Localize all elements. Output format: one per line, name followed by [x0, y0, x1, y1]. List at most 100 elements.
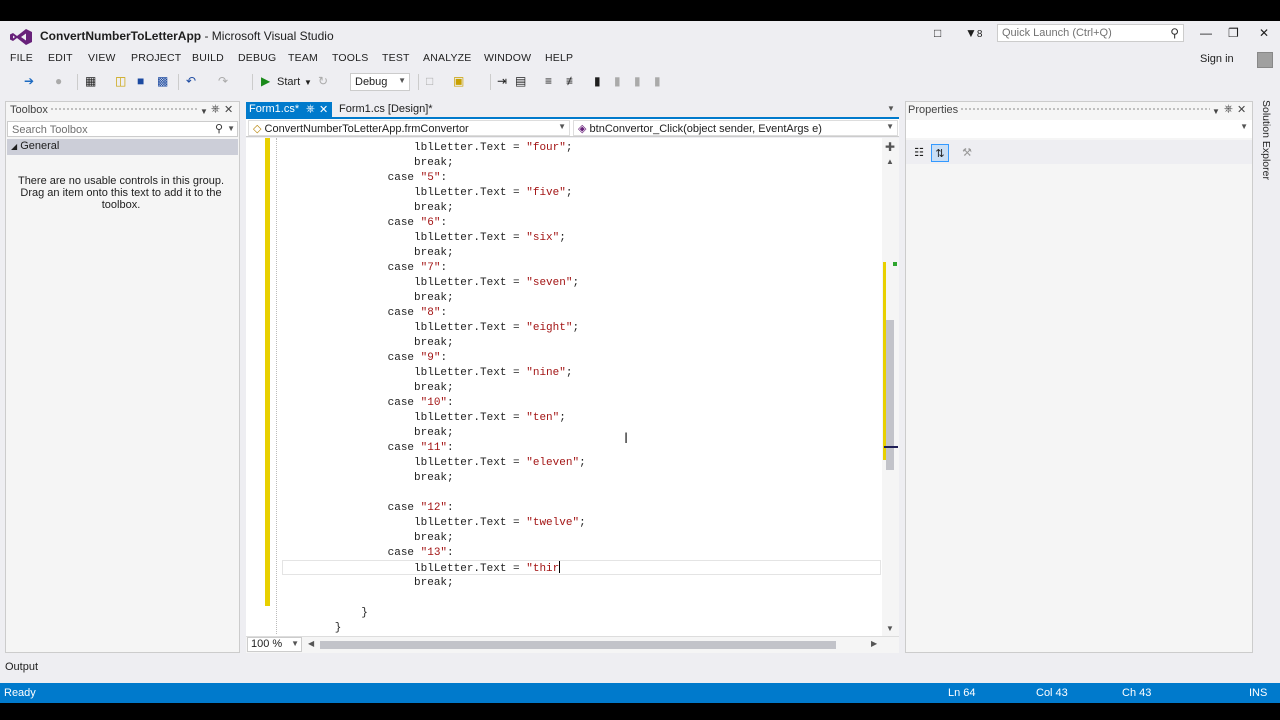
toggle-designer-icon[interactable]: ▣ — [453, 74, 464, 88]
menu-build[interactable]: BUILD — [192, 52, 224, 64]
pin-icon[interactable]: ⎈ — [306, 103, 315, 116]
menu-debug[interactable]: DEBUG — [238, 52, 276, 64]
scroll-left-icon[interactable]: ◀ — [308, 639, 314, 648]
new-project-icon[interactable]: ▦ — [85, 74, 96, 88]
start-button[interactable]: Start — [277, 76, 300, 88]
code-line[interactable]: break; — [282, 336, 454, 351]
code-line[interactable]: lblLetter.Text = "eight"; — [282, 321, 579, 336]
panel-grip[interactable] — [960, 107, 1210, 112]
horizontal-scroll-thumb[interactable] — [320, 641, 836, 649]
bookmark-icon[interactable]: ▮ — [594, 74, 601, 88]
clear-bookmarks-icon[interactable]: ▮ — [654, 74, 661, 88]
minimize-button[interactable]: — — [1200, 26, 1212, 40]
solution-configuration-select[interactable]: Debug ▼ — [350, 73, 410, 91]
scroll-up-icon[interactable]: ▲ — [886, 157, 894, 166]
panel-grip[interactable] — [50, 107, 198, 112]
code-line[interactable]: break; — [282, 471, 454, 486]
next-bookmark-icon[interactable]: ▮ — [634, 74, 641, 88]
code-line[interactable]: case "12": — [282, 501, 454, 516]
tab-form1-design[interactable]: Form1.cs [Design]* — [336, 102, 436, 116]
code-line[interactable]: lblLetter.Text = "seven"; — [282, 276, 579, 291]
scroll-down-icon[interactable]: ▼ — [886, 624, 894, 633]
open-file-icon[interactable]: ◫ — [115, 74, 126, 88]
panel-menu-icon[interactable]: ▼ — [200, 107, 208, 116]
find-in-files-icon[interactable]: □ — [426, 74, 433, 88]
member-scope-dropdown[interactable]: ◈ btnConvertor_Click(object sender, Even… — [573, 120, 898, 136]
prev-bookmark-icon[interactable]: ▮ — [614, 74, 621, 88]
start-play-icon[interactable]: ▶ — [261, 74, 270, 88]
sign-in-link[interactable]: Sign in — [1200, 53, 1234, 65]
code-line[interactable]: lblLetter.Text = "six"; — [282, 231, 566, 246]
code-line[interactable]: break; — [282, 381, 454, 396]
navigate-back-icon[interactable]: ➔ — [24, 74, 34, 88]
split-editor-icon[interactable]: ✚ — [885, 140, 895, 154]
code-line[interactable]: } — [282, 606, 368, 621]
code-line[interactable]: case "10": — [282, 396, 454, 411]
comment-icon[interactable]: ≡ — [545, 74, 552, 88]
categorized-icon[interactable]: ☷ — [910, 144, 928, 162]
feedback-icon[interactable]: □ — [934, 26, 941, 40]
zoom-select[interactable]: 100 % ▼ — [247, 637, 302, 652]
menu-test[interactable]: TEST — [382, 52, 410, 64]
code-line[interactable]: break; — [282, 291, 454, 306]
code-line[interactable]: break; — [282, 201, 454, 216]
code-line[interactable]: lblLetter.Text = "ten"; — [282, 411, 566, 426]
code-line[interactable]: break; — [282, 246, 454, 261]
code-line[interactable]: case "5": — [282, 171, 447, 186]
menu-file[interactable]: FILE — [10, 52, 33, 64]
code-line[interactable]: lblLetter.Text = "twelve"; — [282, 516, 586, 531]
menu-help[interactable]: HELP — [545, 52, 573, 64]
restore-button[interactable]: ❐ — [1228, 26, 1239, 40]
code-line[interactable]: lblLetter.Text = "five"; — [282, 186, 572, 201]
close-button[interactable]: ✕ — [1259, 26, 1269, 40]
code-line[interactable]: case "6": — [282, 216, 447, 231]
code-line[interactable]: lblLetter.Text = "thir — [282, 561, 561, 577]
redo-icon[interactable]: ↷ — [218, 74, 228, 88]
class-scope-dropdown[interactable]: ◇ ConvertNumberToLetterApp.frmConvertor ▼ — [248, 120, 570, 136]
menu-edit[interactable]: EDIT — [48, 52, 73, 64]
toolbox-group-general[interactable]: ◢ General — [7, 139, 238, 155]
panel-menu-icon[interactable]: ▼ — [1212, 107, 1220, 116]
close-icon[interactable]: ✕ — [1237, 103, 1246, 116]
pin-icon[interactable]: ⎈ — [1224, 103, 1233, 116]
refresh-icon[interactable]: ↻ — [318, 74, 328, 88]
scroll-right-icon[interactable]: ▶ — [871, 639, 877, 648]
output-tab[interactable]: Output — [5, 661, 38, 673]
notifications-icon[interactable]: ▼8 — [965, 26, 982, 40]
code-line[interactable]: lblLetter.Text = "four"; — [282, 141, 572, 156]
code-line[interactable]: break; — [282, 426, 454, 441]
code-line[interactable]: case "8": — [282, 306, 447, 321]
code-line[interactable]: case "11": — [282, 441, 454, 456]
properties-object-select[interactable]: ▼ — [906, 120, 1252, 138]
undo-icon[interactable]: ↶ — [186, 74, 196, 88]
close-icon[interactable]: ✕ — [224, 103, 233, 116]
save-all-icon[interactable]: ▩ — [157, 74, 168, 88]
profile-icon[interactable] — [1257, 52, 1273, 68]
code-line[interactable]: lblLetter.Text = "nine"; — [282, 366, 572, 381]
menu-window[interactable]: WINDOW — [484, 52, 531, 64]
chevron-down-icon[interactable]: ▼ — [304, 78, 312, 87]
uncomment-icon[interactable]: ≢ — [566, 74, 578, 88]
solution-explorer-tab[interactable]: Solution Explorer — [1258, 100, 1272, 190]
code-line[interactable]: case "7": — [282, 261, 447, 276]
pin-icon[interactable]: ⎈ — [211, 103, 220, 116]
save-icon[interactable]: ■ — [137, 74, 144, 88]
code-line[interactable]: break; — [282, 576, 454, 591]
code-line[interactable]: break; — [282, 156, 454, 171]
close-icon[interactable]: ✕ — [319, 103, 328, 116]
alphabetical-icon[interactable]: ⇅ — [931, 144, 949, 162]
code-line[interactable]: lblLetter.Text = "eleven"; — [282, 456, 586, 471]
code-line[interactable]: case "13": — [282, 546, 454, 561]
view-code-icon[interactable]: ▤ — [515, 74, 526, 88]
menu-tools[interactable]: TOOLS — [332, 52, 368, 64]
code-line[interactable]: } — [282, 621, 342, 636]
menu-team[interactable]: TEAM — [288, 52, 318, 64]
tab-form1-cs[interactable]: Form1.cs* ⎈ ✕ — [246, 102, 332, 118]
toolbox-search-input[interactable]: Search Toolbox ⚲ ▼ — [7, 121, 238, 137]
code-line[interactable]: case "9": — [282, 351, 447, 366]
property-pages-icon[interactable]: ⚒ — [958, 144, 976, 162]
navigate-forward-icon[interactable]: ● — [55, 74, 62, 88]
menu-view[interactable]: VIEW — [88, 52, 116, 64]
navigate-icon[interactable]: ⇥ — [497, 74, 507, 88]
menu-analyze[interactable]: ANALYZE — [423, 52, 471, 64]
